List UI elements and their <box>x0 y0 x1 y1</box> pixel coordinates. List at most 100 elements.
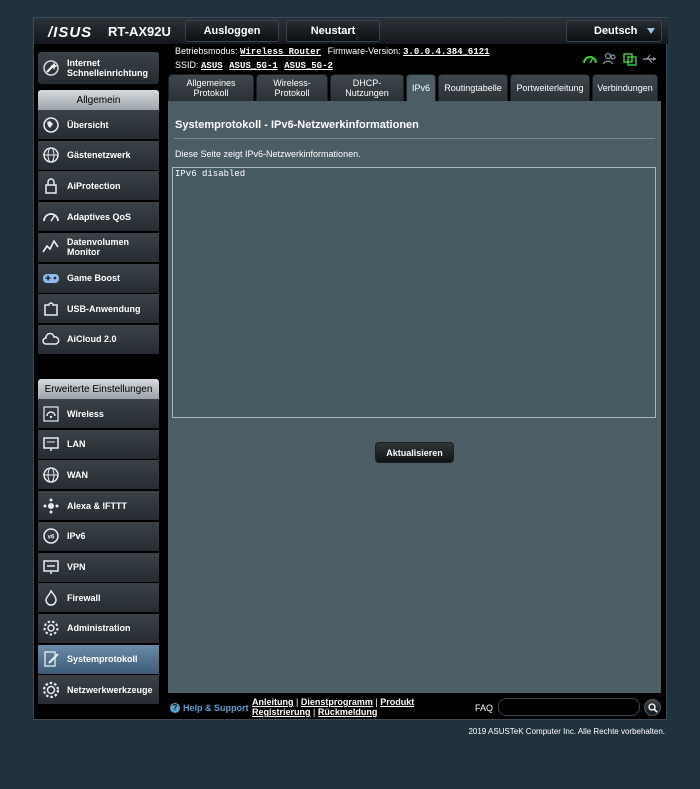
help-icon: ? <box>170 703 180 713</box>
globe-icon <box>41 465 61 485</box>
feedback-link[interactable]: Rückmeldung <box>318 707 378 717</box>
devices-status-icon[interactable] <box>622 52 638 66</box>
tab-portweiterleitung[interactable]: Portweiterleitung <box>510 74 590 101</box>
sidebar-item-label: AiProtection <box>67 180 121 191</box>
puzzle-icon <box>41 299 61 319</box>
tab-allgemeines-protokoll[interactable]: Allgemeines Protokoll <box>168 74 254 101</box>
search-button[interactable] <box>644 699 661 716</box>
sidebar-item-usb-anwendung[interactable]: USB-Anwendung <box>38 294 159 325</box>
sidebar-item-label: USB-Anwendung <box>67 303 141 314</box>
ipv6-icon: v6 <box>41 526 61 546</box>
search-icon <box>647 702 658 713</box>
sidebar-item-label: LAN <box>67 439 86 450</box>
top-header: /ISUS RT-AX92U Ausloggen Neustart Deutsc… <box>34 18 668 44</box>
tab-wireless-protokoll[interactable]: Wireless-Protokoll <box>256 74 328 101</box>
tab-routingtabelle[interactable]: Routingtabelle <box>438 74 508 101</box>
ssid-link[interactable]: ASUS <box>201 61 223 71</box>
globe-icon <box>41 145 61 165</box>
reboot-button[interactable]: Neustart <box>286 20 380 42</box>
wifi-icon <box>41 404 61 424</box>
clients-status-icon[interactable] <box>602 52 618 66</box>
page-description: Diese Seite zeigt IPv6-Netzwerkinformati… <box>175 149 361 159</box>
sidebar-item-wireless[interactable]: Wireless <box>38 399 159 429</box>
sidebar-item-netzwerkwerkzeuge[interactable]: Netzwerkwerkzeuge <box>38 675 159 706</box>
mode-label: Betriebsmodus: <box>175 46 238 56</box>
help-support-label: Help & Support <box>183 703 249 713</box>
sidebar-item-label: IPv6 <box>67 531 86 542</box>
manual-link[interactable]: Anleitung <box>252 697 294 707</box>
language-select[interactable]: Deutsch <box>566 20 662 42</box>
router-admin-window: /ISUS RT-AX92U Ausloggen Neustart Deutsc… <box>33 17 668 721</box>
sidebar-item-lan[interactable]: LAN <box>38 429 159 460</box>
language-value: Deutsch <box>594 25 638 37</box>
faq-search-input[interactable] <box>498 698 640 716</box>
sidebar-item-administration[interactable]: Administration <box>38 613 159 644</box>
page-title: Systemprotokoll - IPv6-Netzwerkinformati… <box>175 119 419 131</box>
firmware-label: Firmware-Version: <box>327 46 401 56</box>
sidebar-item-label: WAN <box>67 469 88 480</box>
svg-text:v6: v6 <box>48 535 55 541</box>
sidebar-item-label: AiCloud 2.0 <box>67 334 117 345</box>
sidebar-item-label: Alexa & IFTTT <box>67 500 128 511</box>
internet-status-icon[interactable] <box>582 52 598 66</box>
sidebar-item-label: Wireless <box>67 408 104 419</box>
quick-setup-label: Internet Schnelleinrichtung <box>67 58 149 78</box>
sidebar-item-label: Systemprotokoll <box>67 654 138 665</box>
main-content: Systemprotokoll - IPv6-Netzwerkinformati… <box>168 101 661 693</box>
sidebar-item-label: VPN <box>67 562 86 572</box>
sidebar-item-aicloud-2-0[interactable]: AiCloud 2.0 <box>38 324 159 355</box>
admin-gear-icon <box>41 618 61 638</box>
footer: ? Help & Support Anleitung | Dienstprogr… <box>168 693 661 721</box>
sidebar-item-adaptives-qos[interactable]: Adaptives QoS <box>38 202 159 233</box>
sidebar-item-ipv6[interactable]: v6 IPv6 <box>38 521 159 552</box>
tab-verbindungen[interactable]: Verbindungen <box>592 74 658 101</box>
ssid-link[interactable]: ASUS_5G-1 <box>229 61 278 71</box>
sidebar-item-aiprotection[interactable]: AiProtection <box>38 171 159 202</box>
lock-icon <box>41 176 61 196</box>
section-head-general: Allgemein <box>38 90 159 110</box>
router-model: RT-AX92U <box>108 24 171 39</box>
faq-label: FAQ <box>475 703 494 713</box>
sidebar-item-vpn[interactable]: VPN <box>38 552 159 583</box>
sidebar-item-firewall[interactable]: Firewall <box>38 583 159 614</box>
log-pencil-icon <box>41 649 61 669</box>
section-head-advanced: Erweiterte Einstellungen <box>38 379 159 399</box>
wizard-icon <box>41 58 61 78</box>
firmware-value-link[interactable]: 3.0.0.4.384_6121 <box>403 47 489 57</box>
sidebar-item-label: Adaptives QoS <box>67 211 132 222</box>
ssid-link[interactable]: ASUS_5G-2 <box>284 61 333 71</box>
fire-icon <box>41 588 61 608</box>
sidebar-item-übersicht[interactable]: Übersicht <box>38 110 159 140</box>
gauge-icon <box>41 207 61 227</box>
copyright: 2019 ASUSTeK Computer Inc. Alle Rechte v… <box>468 727 665 736</box>
utility-link[interactable]: Dienstprogramm <box>301 697 373 707</box>
usb-status-icon[interactable] <box>642 52 658 66</box>
ipv6-log-textarea[interactable]: IPv6 disabled <box>172 167 656 418</box>
status-info: Betriebsmodus: Wireless Router Firmware-… <box>175 45 635 73</box>
sidebar-item-label: Datenvolumen Monitor <box>67 237 130 258</box>
sidebar-item-wan[interactable]: WAN <box>38 460 159 491</box>
gamepad-icon <box>41 268 61 288</box>
status-icons <box>582 52 658 66</box>
tab-dhcp-nutzungen[interactable]: DHCP-Nutzungen <box>330 74 404 101</box>
sidebar-item-systemprotokoll[interactable]: Systemprotokoll <box>38 644 159 675</box>
vpn-icon <box>41 557 61 577</box>
sidebar-item-game-boost[interactable]: Game Boost <box>38 263 159 294</box>
mode-value-link[interactable]: Wireless Router <box>240 47 321 57</box>
sidebar-item-gästenetzwerk[interactable]: Gästenetzwerk <box>38 140 159 171</box>
cloud-icon <box>41 329 61 349</box>
quick-internet-setup-button[interactable]: Internet Schnelleinrichtung <box>38 52 159 84</box>
sidebar-item-label: Game Boost <box>67 273 121 283</box>
sidebar-item-label: Netzwerkwerkzeuge <box>67 684 153 695</box>
sidebar-item-alexa-ifttt[interactable]: Alexa & IFTTT <box>38 491 159 522</box>
globe-map-icon <box>41 115 61 135</box>
asus-logo: /ISUS <box>48 24 93 41</box>
logout-button[interactable]: Ausloggen <box>185 20 279 42</box>
sidebar-item-datenvolumen-monitor[interactable]: Datenvolumen Monitor <box>38 232 159 263</box>
ssid-label: SSID: <box>175 60 199 70</box>
help-support-link[interactable]: ? Help & Support <box>170 703 249 713</box>
alexa-icon <box>41 496 61 516</box>
tab-ipv6[interactable]: IPv6 <box>406 74 436 101</box>
refresh-button[interactable]: Aktualisieren <box>375 442 454 463</box>
sidebar-item-label: Gästenetzwerk <box>67 150 131 161</box>
